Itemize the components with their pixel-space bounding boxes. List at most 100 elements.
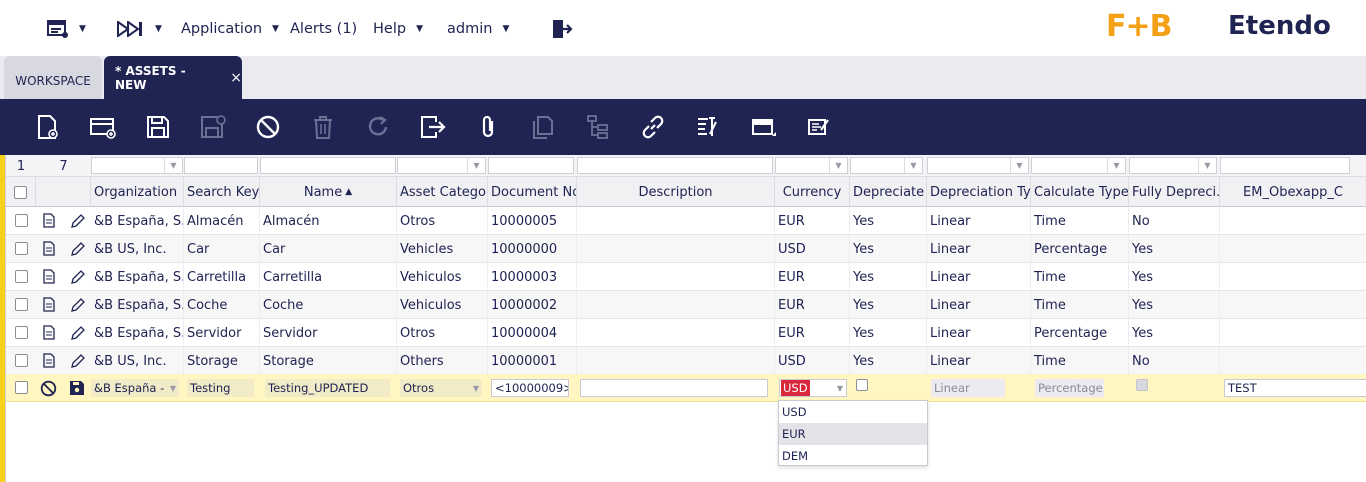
logout-button[interactable] <box>551 17 573 41</box>
tab-assets-new[interactable]: * ASSETS - NEW × <box>104 56 242 99</box>
filter-calculate-type[interactable]: ▼ <box>1031 157 1126 174</box>
filter-depreciation-type[interactable]: ▼ <box>927 157 1029 174</box>
col-currency[interactable]: Currency <box>775 177 850 207</box>
filter-depreciate[interactable]: ▼ <box>850 157 923 174</box>
table-row[interactable]: &B España, S.A Carretilla Carretilla Veh… <box>6 263 1366 291</box>
cell-description <box>577 207 775 235</box>
edit-row[interactable]: &B España - ▼ Testing Testing_UPDATED Ot… <box>6 374 1366 402</box>
save-close-icon <box>201 115 226 138</box>
row-checkbox[interactable] <box>15 381 28 394</box>
pencil-icon[interactable] <box>70 269 86 289</box>
col-name[interactable]: Name ▲ <box>260 177 397 207</box>
row-checkbox[interactable] <box>15 326 28 339</box>
save-close-button[interactable] <box>199 113 227 141</box>
col-em-obexapp[interactable]: EM_Obexapp_C <box>1220 177 1366 207</box>
col-organization[interactable]: Organization <box>91 177 184 207</box>
pencil-icon[interactable] <box>70 353 86 373</box>
export-button[interactable] <box>419 113 447 141</box>
workspace-menu-button[interactable]: ▼ <box>47 17 86 41</box>
tree-button[interactable] <box>584 113 612 141</box>
table-row[interactable]: &B US, Inc. Car Car Vehicles 10000000 US… <box>6 235 1366 263</box>
document-icon[interactable] <box>43 241 55 260</box>
row-checkbox[interactable] <box>15 270 28 283</box>
cell-document-no: 10000001 <box>488 347 577 375</box>
recent-menu-button[interactable]: ▼ <box>117 17 162 41</box>
new-row-button[interactable] <box>89 113 117 141</box>
filter-name[interactable] <box>260 157 396 174</box>
filter-search-key[interactable] <box>184 157 258 174</box>
filter-organization[interactable]: ▼ <box>91 157 183 174</box>
clone-icon <box>533 116 553 139</box>
application-menu[interactable]: Application ▼ <box>181 17 279 41</box>
chevron-down-icon: ▼ <box>79 24 86 34</box>
user-menu[interactable]: admin ▼ <box>447 17 509 41</box>
pencil-icon[interactable] <box>70 241 86 261</box>
refresh-button[interactable] <box>364 113 392 141</box>
alerts-menu[interactable]: Alerts (1) <box>290 17 357 41</box>
filter-fully-depreciated[interactable]: ▼ <box>1129 157 1217 174</box>
filter-currency[interactable]: ▼ <box>775 157 848 174</box>
col-description[interactable]: Description <box>577 177 775 207</box>
attachment-button[interactable] <box>474 113 502 141</box>
cell-search-key: Car <box>184 235 260 263</box>
audit-button[interactable] <box>694 113 722 141</box>
col-document-no[interactable]: Document No. <box>488 177 577 207</box>
pencil-icon[interactable] <box>70 213 86 233</box>
cancel-edit-button[interactable] <box>40 380 57 401</box>
em-obexapp-input[interactable]: TEST <box>1224 379 1366 397</box>
filter-em-obexapp[interactable] <box>1220 157 1350 174</box>
cancel-button[interactable] <box>254 113 282 141</box>
row-checkbox[interactable] <box>15 354 28 367</box>
pencil-icon[interactable] <box>70 325 86 345</box>
tree-icon <box>587 115 608 139</box>
table-row[interactable]: &B España, S.A Almacén Almacén Otros 100… <box>6 207 1366 235</box>
delete-button[interactable] <box>309 113 337 141</box>
notes-button[interactable] <box>804 113 832 141</box>
currency-option[interactable]: EUR <box>779 423 927 445</box>
pencil-icon[interactable] <box>70 297 86 317</box>
currency-option[interactable]: DEM <box>779 445 927 467</box>
selected-count: 1 <box>16 158 26 174</box>
help-menu[interactable]: Help ▼ <box>373 17 423 41</box>
tab-workspace[interactable]: WORKSPACE <box>4 56 102 99</box>
link-button[interactable] <box>639 113 667 141</box>
document-icon[interactable] <box>43 353 55 372</box>
cell-document-no: 10000004 <box>488 319 577 347</box>
depreciate-checkbox[interactable] <box>856 379 868 391</box>
filter-document-no[interactable] <box>488 157 574 174</box>
select-all-checkbox[interactable] <box>14 185 27 199</box>
document-icon[interactable] <box>43 269 55 288</box>
new-document-button[interactable] <box>34 113 62 141</box>
description-input[interactable] <box>580 379 768 397</box>
cell-depreciation-type: Linear <box>927 319 1031 347</box>
search-key-input[interactable]: Testing <box>187 379 254 397</box>
col-search-key[interactable]: Search Key <box>184 177 260 207</box>
organization-select[interactable]: &B España - ▼ <box>91 379 179 397</box>
filter-description[interactable] <box>577 157 773 174</box>
col-calculate-type[interactable]: Calculate Type <box>1031 177 1129 207</box>
col-fully-depreciated[interactable]: Fully Depreci... <box>1129 177 1220 207</box>
filter-asset-category[interactable]: ▼ <box>397 157 486 174</box>
save-button[interactable] <box>144 113 172 141</box>
row-checkbox[interactable] <box>15 298 28 311</box>
currency-select[interactable]: USD ▼ <box>779 379 847 397</box>
close-icon[interactable]: × <box>230 70 242 86</box>
col-depreciation-type[interactable]: Depreciation Ty... <box>927 177 1031 207</box>
table-row[interactable]: &B US, Inc. Storage Storage Others 10000… <box>6 347 1366 375</box>
currency-option[interactable]: USD <box>779 401 927 423</box>
col-depreciate[interactable]: Depreciate <box>850 177 927 207</box>
document-icon[interactable] <box>43 297 55 316</box>
document-icon[interactable] <box>43 325 55 344</box>
table-row[interactable]: &B España, S.A Servidor Servidor Otros 1… <box>6 319 1366 347</box>
table-row[interactable]: &B España, S.A Coche Coche Vehiculos 100… <box>6 291 1366 319</box>
form-view-button[interactable] <box>749 113 777 141</box>
name-input[interactable]: Testing_UPDATED <box>265 379 390 397</box>
document-icon[interactable] <box>43 213 55 232</box>
asset-category-select[interactable]: Otros ▼ <box>400 379 482 397</box>
row-checkbox[interactable] <box>15 242 28 255</box>
col-asset-category[interactable]: Asset Catego... <box>397 177 488 207</box>
save-row-button[interactable] <box>69 380 85 400</box>
row-checkbox[interactable] <box>15 214 28 227</box>
document-no-input[interactable]: <10000009> <box>491 379 569 397</box>
clone-button[interactable] <box>529 113 557 141</box>
